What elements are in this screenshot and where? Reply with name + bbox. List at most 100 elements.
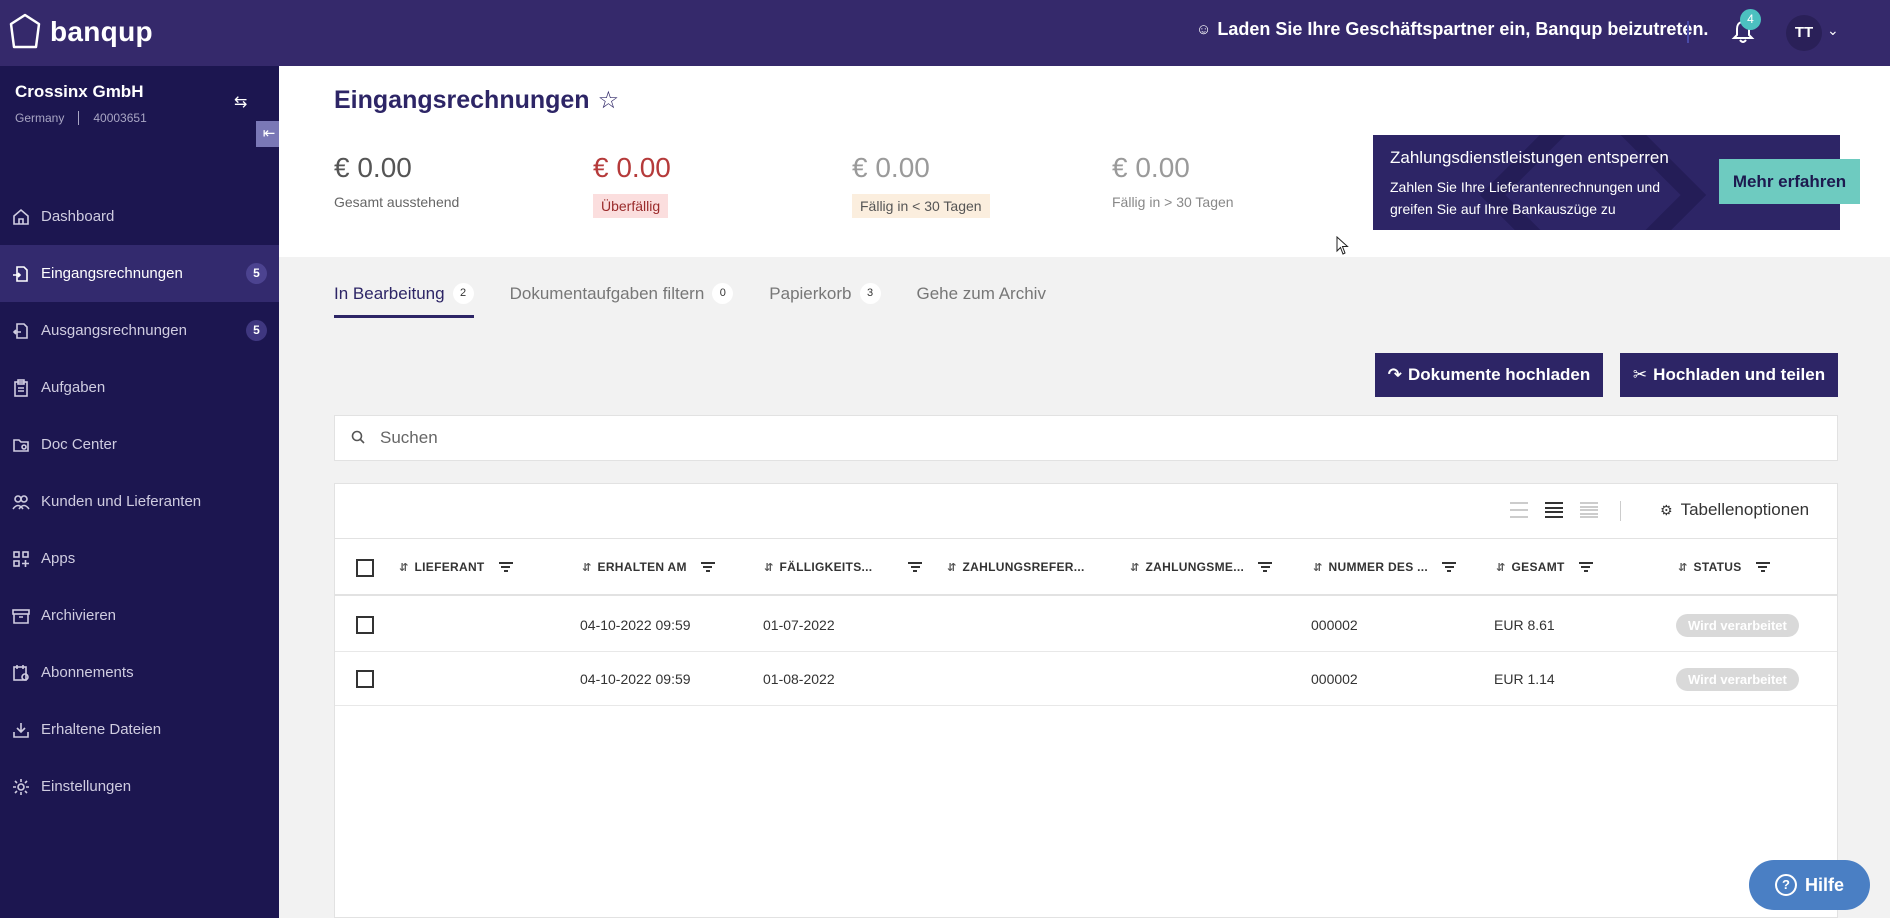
button-label: Hochladen und teilen xyxy=(1653,365,1826,384)
tab-dokumentaufgaben-filtern[interactable]: Dokumentaufgaben filtern 0 xyxy=(510,283,734,318)
scissors-icon: ✂ xyxy=(1632,365,1648,384)
sort-icon[interactable]: ⇵ xyxy=(1678,561,1688,574)
switch-company-icon[interactable]: ⇆ xyxy=(234,92,247,112)
sidebar-item-label: Doc Center xyxy=(41,436,117,453)
sidebar-item-label: Eingangsrechnungen xyxy=(41,265,183,282)
column-header-erhalten-am[interactable]: ⇵ ERHALTEN AM xyxy=(582,560,715,574)
column-label: ERHALTEN AM xyxy=(597,560,687,574)
download-tray-icon xyxy=(10,719,32,741)
count-badge: 5 xyxy=(246,263,267,284)
sidebar-nav: Dashboard Eingangsrechnungen 5 Ausgangsr… xyxy=(0,188,279,815)
apps-icon xyxy=(10,548,32,570)
kpi-amount: € 0.00 xyxy=(852,152,930,183)
top-bar: banqup ☺ Laden Sie Ihre Geschäftspartner… xyxy=(0,0,1890,66)
column-label: NUMMER DES ... xyxy=(1328,560,1429,574)
column-label: GESAMT xyxy=(1511,560,1565,574)
home-icon xyxy=(10,206,32,228)
density-comfortable-icon[interactable] xyxy=(1580,502,1598,518)
filter-icon[interactable] xyxy=(1755,562,1770,572)
select-all-checkbox[interactable] xyxy=(356,559,374,577)
upload-documents-button[interactable]: ↷ Dokumente hochladen xyxy=(1375,353,1603,397)
tab-label: Gehe zum Archiv xyxy=(916,283,1046,303)
invite-partners-link[interactable]: ☺ Laden Sie Ihre Geschäftspartner ein, B… xyxy=(1196,19,1708,40)
kpi-total-outstanding: € 0.00 Gesamt ausstehend xyxy=(334,152,459,212)
sidebar-item-label: Einstellungen xyxy=(41,778,132,795)
column-header-gesamt[interactable]: ⇵ GESAMT xyxy=(1496,560,1593,574)
doc-center-icon xyxy=(10,434,32,456)
filter-icon[interactable] xyxy=(700,562,715,572)
user-avatar[interactable]: TT xyxy=(1786,15,1822,51)
subscriptions-icon xyxy=(10,662,32,684)
column-header-nummer[interactable]: ⇵ NUMMER DES ... xyxy=(1313,560,1457,574)
table-row[interactable]: 04-10-2022 09:59 01-08-2022 000002 EUR 1… xyxy=(335,652,1837,706)
promo-text: Zahlen Sie Ihre Lieferantenrechnungen un… xyxy=(1390,179,1661,217)
help-button[interactable]: ? Hilfe xyxy=(1749,860,1870,910)
cell-number: 000002 xyxy=(1311,671,1358,687)
column-header-zahlungsmethode[interactable]: ⇵ ZAHLUNGSME... xyxy=(1130,560,1273,574)
table-options-label: Tabellenoptionen xyxy=(1680,500,1810,519)
sidebar-item-label: Ausgangsrechnungen xyxy=(41,322,187,339)
search-input[interactable] xyxy=(380,424,1820,452)
sidebar-item-kunden-und-lieferanten[interactable]: Kunden und Lieferanten xyxy=(0,473,279,530)
topbar-divider xyxy=(1687,21,1689,43)
filter-icon[interactable] xyxy=(1578,562,1593,572)
kpi-overdue: € 0.00 Überfällig xyxy=(593,152,671,218)
kpi-due-under-30: € 0.00 Fällig in < 30 Tagen xyxy=(852,152,990,218)
filter-icon[interactable] xyxy=(1258,562,1273,572)
tab-in-bearbeitung[interactable]: In Bearbeitung 2 xyxy=(334,283,474,318)
company-meta: Germany 40003651 xyxy=(15,111,147,125)
table-row[interactable]: 04-10-2022 09:59 01-07-2022 000002 EUR 8… xyxy=(335,598,1837,652)
star-icon[interactable]: ☆ xyxy=(598,86,620,115)
sort-icon[interactable]: ⇵ xyxy=(582,561,592,574)
column-header-lieferant[interactable]: ⇵ LIEFERANT xyxy=(399,560,513,574)
sidebar-item-ausgangsrechnungen[interactable]: Ausgangsrechnungen 5 xyxy=(0,302,279,359)
sort-icon[interactable]: ⇵ xyxy=(1313,561,1323,574)
sidebar-item-einstellungen[interactable]: Einstellungen xyxy=(0,758,279,815)
sidebar-item-aufgaben[interactable]: Aufgaben xyxy=(0,359,279,416)
sidebar-item-archivieren[interactable]: Archivieren xyxy=(0,587,279,644)
toolbar-divider xyxy=(1620,501,1621,521)
sidebar-item-erhaltene-dateien[interactable]: Erhaltene Dateien xyxy=(0,701,279,758)
sidebar-item-dashboard[interactable]: Dashboard xyxy=(0,188,279,245)
row-checkbox[interactable] xyxy=(356,616,374,634)
row-checkbox[interactable] xyxy=(356,670,374,688)
sort-icon[interactable]: ⇵ xyxy=(1496,561,1506,574)
column-header-faelligkeit[interactable]: ⇵ FÄLLIGKEITS... xyxy=(764,560,923,574)
company-name: Crossinx GmbH xyxy=(15,82,144,101)
filter-icon[interactable] xyxy=(1442,562,1457,572)
tab-gehe-zum-archiv[interactable]: Gehe zum Archiv xyxy=(917,283,1046,318)
company-country: Germany xyxy=(15,111,65,125)
column-label: LIEFERANT xyxy=(414,560,485,574)
sidebar-item-doc-center[interactable]: Doc Center xyxy=(0,416,279,473)
table-options-button[interactable]: ⚙ Tabellenoptionen xyxy=(1660,500,1809,520)
sidebar-item-apps[interactable]: Apps xyxy=(0,530,279,587)
cell-number: 000002 xyxy=(1311,617,1358,633)
mouse-cursor-icon xyxy=(1336,236,1349,255)
chevron-down-icon[interactable]: ⌄ xyxy=(1827,22,1839,39)
cell-total: EUR 1.14 xyxy=(1494,671,1555,687)
density-default-icon[interactable] xyxy=(1545,502,1563,518)
column-header-zahlungsreferenz[interactable]: ⇵ ZAHLUNGSREFER... xyxy=(947,560,1085,574)
tab-papierkorb[interactable]: Papierkorb 3 xyxy=(769,283,881,318)
density-compact-icon[interactable] xyxy=(1510,502,1528,518)
sort-icon[interactable]: ⇵ xyxy=(1130,561,1140,574)
meta-divider xyxy=(78,111,80,125)
invoice-table: ⚙ Tabellenoptionen ⇵ LIEFERANT ⇵ ERHALTE… xyxy=(334,483,1838,918)
sidebar-item-eingangsrechnungen[interactable]: Eingangsrechnungen 5 xyxy=(0,245,279,302)
banqup-logo[interactable]: banqup xyxy=(8,13,153,51)
filter-icon[interactable] xyxy=(908,562,923,572)
filter-icon[interactable] xyxy=(498,562,513,572)
column-header-status[interactable]: ⇵ STATUS xyxy=(1678,560,1770,574)
sidebar-item-label: Archivieren xyxy=(41,607,117,624)
upload-and-split-button[interactable]: ✂ Hochladen und teilen xyxy=(1620,353,1838,397)
table-header: ⇵ LIEFERANT ⇵ ERHALTEN AM ⇵ FÄLLIGKEITS.… xyxy=(335,540,1837,596)
cell-received: 04-10-2022 09:59 xyxy=(580,617,691,633)
sidebar-item-abonnements[interactable]: Abonnements xyxy=(0,644,279,701)
sort-icon[interactable]: ⇵ xyxy=(399,561,409,574)
sort-icon[interactable]: ⇵ xyxy=(947,561,957,574)
clipboard-icon xyxy=(10,377,32,399)
kpi-label: Gesamt ausstehend xyxy=(334,194,460,210)
promo-title: Zahlungsdienstleistungen entsperren xyxy=(1390,148,1669,167)
learn-more-button[interactable]: Mehr erfahren xyxy=(1719,159,1860,204)
sort-icon[interactable]: ⇵ xyxy=(764,561,774,574)
